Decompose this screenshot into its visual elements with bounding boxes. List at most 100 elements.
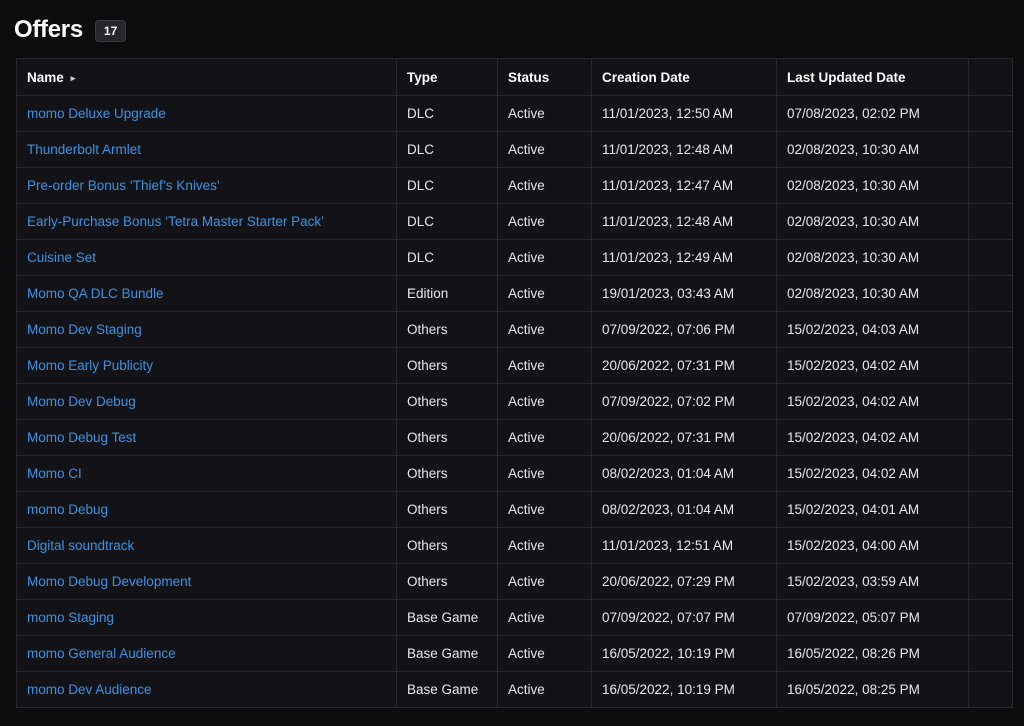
cell-type: DLC (397, 204, 498, 240)
cell-creation-date: 07/09/2022, 07:02 PM (592, 384, 777, 420)
offer-name-link[interactable]: momo Dev Audience (27, 682, 152, 697)
offer-name-link[interactable]: Momo QA DLC Bundle (27, 286, 164, 301)
cell-last-updated-date: 16/05/2022, 08:26 PM (777, 636, 969, 672)
column-header-name-label: Name (27, 70, 64, 85)
cell-empty (969, 492, 1013, 528)
offer-name-link[interactable]: momo Deluxe Upgrade (27, 106, 166, 121)
cell-name: Momo Dev Debug (17, 384, 397, 420)
column-header-type-label: Type (407, 70, 438, 85)
table-row: Digital soundtrackOthersActive11/01/2023… (17, 528, 1013, 564)
table-row: Momo Dev StagingOthersActive07/09/2022, … (17, 312, 1013, 348)
table-header-row: Name▸ Type Status Creation Date Last Upd… (17, 59, 1013, 96)
cell-name: momo Deluxe Upgrade (17, 96, 397, 132)
cell-name: momo General Audience (17, 636, 397, 672)
offer-name-link[interactable]: Pre-order Bonus ‘Thief’s Knives’ (27, 178, 220, 193)
column-header-empty (969, 59, 1013, 96)
page-title: Offers (14, 17, 83, 43)
cell-creation-date: 08/02/2023, 01:04 AM (592, 492, 777, 528)
cell-empty (969, 312, 1013, 348)
cell-type: Others (397, 564, 498, 600)
offer-name-link[interactable]: Cuisine Set (27, 250, 96, 265)
column-header-creation-date[interactable]: Creation Date (592, 59, 777, 96)
cell-last-updated-date: 07/09/2022, 05:07 PM (777, 600, 969, 636)
cell-name: momo Dev Audience (17, 672, 397, 708)
offer-name-link[interactable]: Early-Purchase Bonus ‘Tetra Master Start… (27, 214, 324, 229)
column-header-status[interactable]: Status (498, 59, 592, 96)
cell-type: Others (397, 348, 498, 384)
cell-type: Others (397, 384, 498, 420)
cell-type: Others (397, 420, 498, 456)
cell-type: Others (397, 312, 498, 348)
cell-empty (969, 132, 1013, 168)
offer-name-link[interactable]: Digital soundtrack (27, 538, 134, 553)
cell-type: Others (397, 456, 498, 492)
cell-empty (969, 600, 1013, 636)
cell-name: Digital soundtrack (17, 528, 397, 564)
table-row: Momo QA DLC BundleEditionActive19/01/202… (17, 276, 1013, 312)
cell-type: Edition (397, 276, 498, 312)
cell-creation-date: 16/05/2022, 10:19 PM (592, 636, 777, 672)
offer-name-link[interactable]: Momo Early Publicity (27, 358, 153, 373)
offer-name-link[interactable]: Momo Dev Staging (27, 322, 142, 337)
cell-type: Base Game (397, 636, 498, 672)
offer-name-link[interactable]: Momo CI (27, 466, 82, 481)
column-header-name[interactable]: Name▸ (17, 59, 397, 96)
cell-last-updated-date: 15/02/2023, 04:02 AM (777, 348, 969, 384)
offer-name-link[interactable]: momo Staging (27, 610, 114, 625)
cell-last-updated-date: 02/08/2023, 10:30 AM (777, 276, 969, 312)
cell-name: Pre-order Bonus ‘Thief’s Knives’ (17, 168, 397, 204)
cell-name: momo Debug (17, 492, 397, 528)
cell-status: Active (498, 672, 592, 708)
table-row: momo Dev AudienceBase GameActive16/05/20… (17, 672, 1013, 708)
table-row: Pre-order Bonus ‘Thief’s Knives’DLCActiv… (17, 168, 1013, 204)
cell-name: Cuisine Set (17, 240, 397, 276)
table-row: momo Deluxe UpgradeDLCActive11/01/2023, … (17, 96, 1013, 132)
table-row: Thunderbolt ArmletDLCActive11/01/2023, 1… (17, 132, 1013, 168)
table-row: momo StagingBase GameActive07/09/2022, 0… (17, 600, 1013, 636)
cell-status: Active (498, 456, 592, 492)
cell-empty (969, 636, 1013, 672)
offer-name-link[interactable]: momo Debug (27, 502, 108, 517)
cell-empty (969, 168, 1013, 204)
table-row: momo DebugOthersActive08/02/2023, 01:04 … (17, 492, 1013, 528)
cell-status: Active (498, 240, 592, 276)
offer-name-link[interactable]: Momo Dev Debug (27, 394, 136, 409)
table-row: Cuisine SetDLCActive11/01/2023, 12:49 AM… (17, 240, 1013, 276)
cell-creation-date: 11/01/2023, 12:48 AM (592, 204, 777, 240)
offer-name-link[interactable]: Thunderbolt Armlet (27, 142, 141, 157)
cell-status: Active (498, 528, 592, 564)
cell-last-updated-date: 02/08/2023, 10:30 AM (777, 204, 969, 240)
cell-empty (969, 672, 1013, 708)
cell-last-updated-date: 15/02/2023, 04:02 AM (777, 420, 969, 456)
cell-creation-date: 20/06/2022, 07:29 PM (592, 564, 777, 600)
cell-status: Active (498, 168, 592, 204)
cell-empty (969, 348, 1013, 384)
cell-name: momo Staging (17, 600, 397, 636)
column-header-type[interactable]: Type (397, 59, 498, 96)
cell-type: Others (397, 492, 498, 528)
cell-name: Momo QA DLC Bundle (17, 276, 397, 312)
cell-status: Active (498, 564, 592, 600)
cell-last-updated-date: 02/08/2023, 10:30 AM (777, 240, 969, 276)
offers-table: Name▸ Type Status Creation Date Last Upd… (16, 58, 1013, 708)
cell-type: DLC (397, 132, 498, 168)
offers-count-badge: 17 (95, 20, 126, 42)
cell-empty (969, 276, 1013, 312)
cell-name: Early-Purchase Bonus ‘Tetra Master Start… (17, 204, 397, 240)
cell-status: Active (498, 636, 592, 672)
cell-last-updated-date: 15/02/2023, 04:02 AM (777, 456, 969, 492)
table-row: Momo CIOthersActive08/02/2023, 01:04 AM1… (17, 456, 1013, 492)
offer-name-link[interactable]: Momo Debug Development (27, 574, 191, 589)
cell-status: Active (498, 276, 592, 312)
cell-last-updated-date: 07/08/2023, 02:02 PM (777, 96, 969, 132)
cell-empty (969, 96, 1013, 132)
cell-empty (969, 384, 1013, 420)
cell-type: DLC (397, 240, 498, 276)
cell-creation-date: 11/01/2023, 12:48 AM (592, 132, 777, 168)
cell-creation-date: 11/01/2023, 12:51 AM (592, 528, 777, 564)
offer-name-link[interactable]: momo General Audience (27, 646, 176, 661)
column-header-last-updated-date[interactable]: Last Updated Date (777, 59, 969, 96)
cell-creation-date: 20/06/2022, 07:31 PM (592, 348, 777, 384)
cell-name: Momo CI (17, 456, 397, 492)
offer-name-link[interactable]: Momo Debug Test (27, 430, 136, 445)
